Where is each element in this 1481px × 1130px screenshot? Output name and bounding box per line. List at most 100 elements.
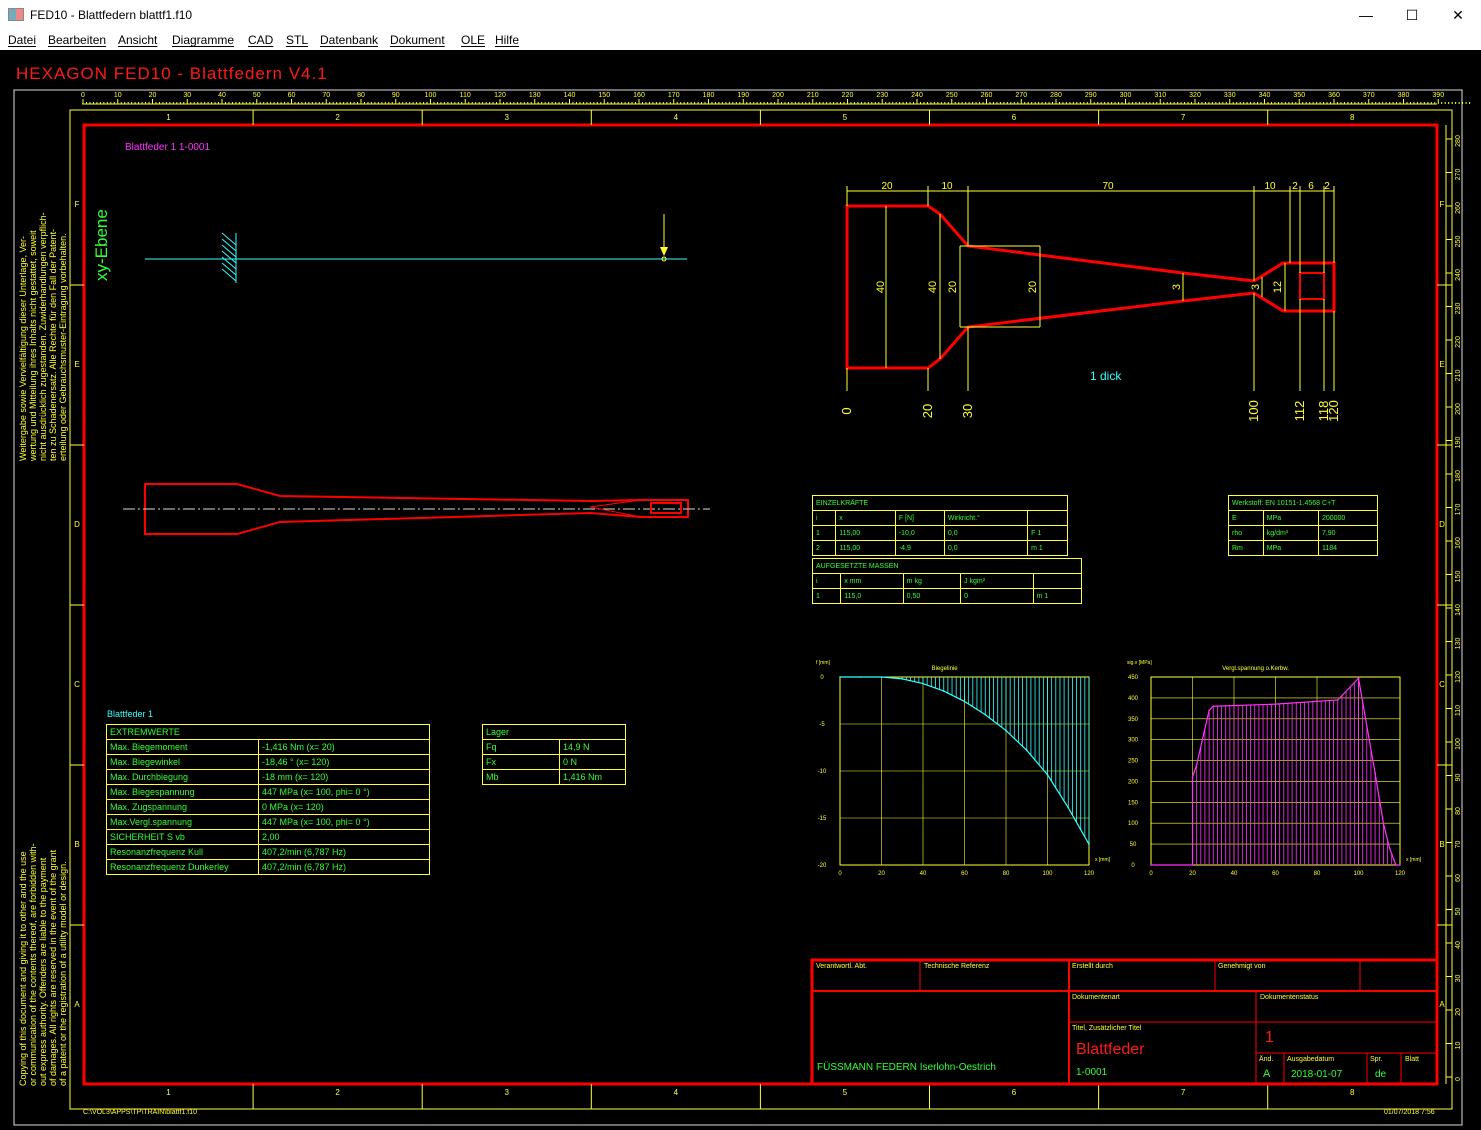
dimension-vertical: 40 bbox=[927, 281, 939, 293]
cell: MPa bbox=[1262, 510, 1319, 526]
zone-number-top: 3 bbox=[504, 113, 509, 122]
zone-number-bottom: 8 bbox=[1350, 1088, 1355, 1097]
data-point bbox=[1208, 709, 1210, 712]
ruler-label: 320 bbox=[1189, 92, 1201, 99]
x-axis-label: x [mm] bbox=[1406, 857, 1422, 863]
table-row: 1 115,0 0,50 0 m 1 bbox=[811, 588, 1083, 604]
ruler-label: 100 bbox=[425, 92, 437, 99]
menu-datei[interactable]: Datei bbox=[8, 33, 36, 47]
tb-aend: A bbox=[1263, 1068, 1271, 1080]
y-tick-label: 300 bbox=[1128, 738, 1139, 744]
zone-number-top: 5 bbox=[843, 113, 848, 122]
copyright-english: Copying of this document and giving it t… bbox=[18, 843, 68, 1086]
col-header: x bbox=[835, 510, 896, 526]
dimension-top: 2 bbox=[1292, 181, 1298, 192]
ruler-label: 0 bbox=[81, 92, 85, 99]
dimension-top: 70 bbox=[1102, 181, 1114, 192]
dimension-vertical: 40 bbox=[875, 281, 887, 293]
cell: 2,00 bbox=[258, 829, 430, 845]
massen-title: AUFGESETZTE MASSEN bbox=[812, 558, 1082, 574]
x-tick-label: 120 bbox=[1084, 871, 1095, 877]
cell: 0 bbox=[960, 588, 1034, 604]
data-point bbox=[922, 682, 924, 685]
cell: 0 N bbox=[559, 754, 626, 770]
cell: MPa bbox=[1262, 540, 1319, 556]
minimize-button[interactable]: — bbox=[1343, 0, 1389, 30]
dimension-bottom: 0 bbox=[839, 407, 854, 414]
cell: 407,2/min (6,787 Hz) bbox=[258, 859, 430, 875]
col-header: x mm bbox=[840, 573, 904, 589]
tb-techref: Technische Referenz bbox=[924, 963, 990, 970]
cell: -1,416 Nm (x= 20) bbox=[258, 739, 430, 755]
zone-number-bottom: 6 bbox=[1012, 1088, 1017, 1097]
ruler-label: 30 bbox=[183, 92, 191, 99]
zone-letter-left: E bbox=[74, 360, 79, 369]
ruler-label: 330 bbox=[1224, 92, 1236, 99]
data-point bbox=[1067, 806, 1070, 809]
menu-datenbank[interactable]: Datenbank bbox=[320, 33, 378, 47]
menu-dokument[interactable]: Dokument bbox=[390, 33, 445, 47]
menu-diagramme[interactable]: Diagramme bbox=[172, 33, 234, 47]
cell: 0,0 bbox=[943, 525, 1029, 541]
drawing-canvas[interactable]: 0 10 20 30 40 50 60 70 80 90 100 110 120 130 140 150 160… bbox=[0, 51, 1481, 1130]
col-header bbox=[1032, 573, 1083, 589]
cell: 14,9 N bbox=[559, 739, 626, 755]
zone-number-top: 4 bbox=[674, 113, 679, 122]
tb-aend-label: Änd. bbox=[1259, 1056, 1274, 1063]
footer-date: 01/07/2018 7:56 bbox=[1384, 1109, 1435, 1116]
ruler-label: 260 bbox=[1455, 202, 1462, 214]
dimension-top: 10 bbox=[1264, 181, 1276, 192]
tb-dokstatus: Dokumentenstatus bbox=[1260, 994, 1319, 1001]
y-tick-label: -20 bbox=[818, 863, 827, 869]
x-tick-label: 60 bbox=[961, 871, 968, 877]
ruler-label: 120 bbox=[1455, 671, 1462, 683]
cell: m 1 bbox=[1027, 540, 1068, 556]
zone-letter-left: A bbox=[74, 1000, 80, 1009]
ruler-label: 130 bbox=[529, 92, 541, 99]
ruler-label: 50 bbox=[1455, 908, 1462, 916]
drawing-header: HEXAGON FED10 - Blattfedern V4.1 bbox=[16, 64, 328, 83]
cell: kg/dm³ bbox=[1262, 525, 1319, 541]
data-point bbox=[1150, 864, 1152, 866]
x-tick-label: 40 bbox=[920, 871, 927, 877]
tb-nummer: 1-0001 bbox=[1076, 1067, 1108, 1078]
right-ruler: 0 10 20 30 40 50 60 70 80 90 100 110 120 130 140 150 160… bbox=[1446, 135, 1462, 1081]
dimension-top: 6 bbox=[1308, 181, 1314, 192]
close-button[interactable]: ✕ bbox=[1435, 0, 1481, 30]
y-axis-label: sig.v [MPa] bbox=[1127, 660, 1152, 666]
y-tick-label: -15 bbox=[818, 816, 827, 822]
ruler-label: 70 bbox=[1455, 841, 1462, 849]
dimension-top: 20 bbox=[881, 181, 893, 192]
zone-number-bottom: 7 bbox=[1181, 1088, 1186, 1097]
y-tick-label: 350 bbox=[1128, 717, 1139, 723]
footer-path: C:\VOL3\APPS\TP\TRAIN\blattf1.f10 bbox=[83, 1109, 197, 1116]
cell: 0,50 bbox=[902, 588, 962, 604]
menu-cad[interactable]: CAD bbox=[248, 33, 273, 47]
ruler-label: 140 bbox=[1455, 604, 1462, 616]
ruler-label: 260 bbox=[981, 92, 993, 99]
cell: 115,0 bbox=[840, 588, 904, 604]
ruler-label: 230 bbox=[876, 92, 888, 99]
menu-ole[interactable]: OLE bbox=[461, 33, 485, 47]
tb-company: FÜSSMANN FEDERN Iserlohn-Oestrich bbox=[817, 1062, 996, 1073]
cell: -18 mm (x= 120) bbox=[258, 769, 430, 785]
tb-spr-label: Spr. bbox=[1370, 1056, 1383, 1063]
menu-hilfe[interactable]: Hilfe bbox=[495, 33, 519, 47]
data-point bbox=[1382, 822, 1385, 825]
tb-spr: de bbox=[1375, 1069, 1387, 1080]
data-point bbox=[880, 676, 883, 678]
menu-stl[interactable]: STL bbox=[286, 33, 308, 47]
menu-ansicht[interactable]: Ansicht bbox=[118, 33, 157, 47]
cell: Rm bbox=[1228, 540, 1264, 556]
ruler-label: 50 bbox=[253, 92, 261, 99]
data-point bbox=[1191, 864, 1194, 866]
plane-label: xy-Ebene bbox=[92, 209, 111, 281]
zone-number-top: 6 bbox=[1012, 113, 1017, 122]
ruler-label: 200 bbox=[1455, 403, 1462, 415]
menu-bearbeiten[interactable]: Bearbeiten bbox=[48, 33, 106, 47]
ruler-label: 120 bbox=[494, 92, 506, 99]
col-header: F [N] bbox=[894, 510, 945, 526]
tb-titel: Blattfeder bbox=[1076, 1041, 1145, 1058]
maximize-button[interactable]: ☐ bbox=[1389, 0, 1435, 30]
tb-verantw: Verantwortl. Abt. bbox=[816, 963, 867, 970]
